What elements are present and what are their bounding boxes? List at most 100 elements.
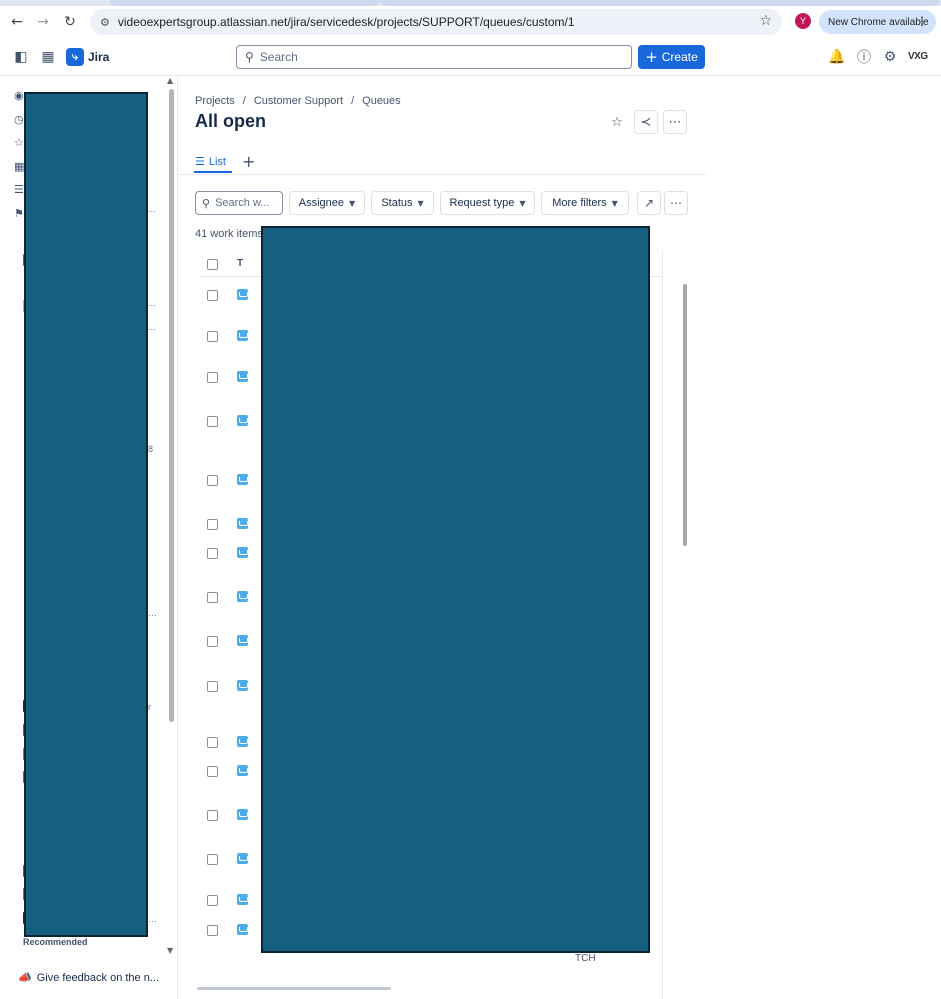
table-row[interactable] xyxy=(200,924,260,938)
redacted-region xyxy=(261,226,650,953)
row-checkbox[interactable] xyxy=(207,331,218,342)
list-icon: ☰ xyxy=(195,155,205,168)
sidebar-text-fragment: … xyxy=(148,608,157,618)
row-checkbox[interactable] xyxy=(207,681,218,692)
forward-icon[interactable]: → xyxy=(30,9,56,35)
table-row[interactable] xyxy=(200,635,260,649)
global-search-input[interactable]: ⚲ Search xyxy=(236,45,632,69)
more-actions-icon[interactable]: ⋯ xyxy=(663,110,687,134)
back-icon[interactable]: ← xyxy=(4,9,30,35)
table-row[interactable] xyxy=(200,474,260,488)
table-row[interactable] xyxy=(200,765,260,779)
table-row[interactable] xyxy=(200,809,260,823)
sidebar-text-fragment: 8 xyxy=(148,444,154,454)
row-checkbox[interactable] xyxy=(207,592,218,603)
row-checkbox[interactable] xyxy=(207,372,218,383)
horizontal-scrollbar[interactable] xyxy=(197,987,391,990)
table-row[interactable] xyxy=(200,680,260,694)
column-header-type[interactable]: T xyxy=(237,258,243,269)
row-checkbox[interactable] xyxy=(207,737,218,748)
table-row[interactable] xyxy=(200,415,260,429)
plus-icon: + xyxy=(645,48,658,66)
row-checkbox[interactable] xyxy=(207,895,218,906)
open-external-icon[interactable]: ↗ xyxy=(637,191,661,215)
row-checkbox[interactable] xyxy=(207,290,218,301)
active-tab-indicator xyxy=(194,171,232,173)
app-switcher-icon[interactable]: ▦ xyxy=(37,46,59,68)
service-request-icon xyxy=(237,765,248,776)
table-row[interactable] xyxy=(200,894,260,908)
create-button[interactable]: + Create xyxy=(638,45,705,69)
row-checkbox[interactable] xyxy=(207,925,218,936)
table-row[interactable] xyxy=(200,853,260,867)
status-filter-button[interactable]: Status ▼ xyxy=(371,191,434,215)
address-bar[interactable]: ⚙ videoexpertsgroup.atlassian.net/jira/s… xyxy=(90,9,782,35)
row-checkbox[interactable] xyxy=(207,854,218,865)
reload-icon[interactable]: ↻ xyxy=(57,9,83,35)
work-item-search-input[interactable]: ⚲ Search w... xyxy=(195,191,283,215)
search-placeholder: Search w... xyxy=(215,197,270,209)
site-settings-icon[interactable]: ⚙ xyxy=(100,16,110,29)
kebab-menu-icon[interactable]: ⋮ xyxy=(916,14,928,28)
row-checkbox[interactable] xyxy=(207,810,218,821)
table-row[interactable] xyxy=(200,289,260,303)
jira-logo-icon[interactable]: ⤷ xyxy=(66,48,84,66)
select-all-checkbox[interactable] xyxy=(207,259,218,270)
more-options-icon[interactable]: ⋯ xyxy=(664,191,688,215)
bookmark-star-icon[interactable]: ☆ xyxy=(759,13,772,29)
request-type-filter-button[interactable]: Request type ▼ xyxy=(440,191,535,215)
sidebar-text-fragment: ... xyxy=(148,322,156,332)
table-row[interactable] xyxy=(200,547,260,561)
row-checkbox[interactable] xyxy=(207,766,218,777)
breadcrumb-separator: / xyxy=(351,95,355,107)
view-tabs: ☰ List + xyxy=(178,152,706,175)
add-view-icon[interactable]: + xyxy=(242,152,255,171)
chevron-down-icon: ▼ xyxy=(417,198,424,208)
service-request-icon xyxy=(237,924,248,935)
page-title: All open xyxy=(195,111,266,131)
service-request-icon xyxy=(237,809,248,820)
filter-label: Assignee xyxy=(298,197,345,209)
table-scrollbar[interactable] xyxy=(683,284,687,546)
profile-avatar[interactable]: Y xyxy=(795,13,811,29)
browser-toolbar: ← → ↻ ⚙ videoexpertsgroup.atlassian.net/… xyxy=(0,6,941,38)
breadcrumb-projects[interactable]: Projects xyxy=(195,95,235,107)
tab-list[interactable]: ☰ List xyxy=(195,155,226,168)
table-row[interactable] xyxy=(200,736,260,750)
footer-fragment: TCH xyxy=(575,953,596,964)
assignee-filter-button[interactable]: Assignee ▼ xyxy=(289,191,365,215)
breadcrumb-queues[interactable]: Queues xyxy=(362,95,401,107)
service-request-icon xyxy=(237,289,248,300)
app-name[interactable]: Jira xyxy=(88,50,109,64)
table-row[interactable] xyxy=(200,518,260,532)
breadcrumb-customer-support[interactable]: Customer Support xyxy=(254,95,343,107)
row-checkbox[interactable] xyxy=(207,475,218,486)
chrome-update-button[interactable]: New Chrome available ⋮ xyxy=(819,10,936,34)
org-logo[interactable]: VXG xyxy=(908,51,928,62)
sidebar-toggle-icon[interactable]: ◧ xyxy=(10,46,32,68)
table-row[interactable] xyxy=(200,371,260,385)
table-row[interactable] xyxy=(200,591,260,605)
share-icon[interactable]: ≺ xyxy=(634,110,658,134)
star-icon[interactable]: ☆ xyxy=(605,110,629,134)
row-checkbox[interactable] xyxy=(207,548,218,559)
scroll-up-icon[interactable]: ▲ xyxy=(167,76,173,85)
more-filters-button[interactable]: More filters ▼ xyxy=(541,191,629,215)
row-checkbox[interactable] xyxy=(207,416,218,427)
settings-gear-icon[interactable]: ⚙ xyxy=(879,46,901,68)
search-icon: ⚲ xyxy=(202,196,211,210)
service-request-icon xyxy=(237,371,248,382)
chevron-down-icon: ▼ xyxy=(519,198,526,208)
row-checkbox[interactable] xyxy=(207,519,218,530)
filter-label: Request type xyxy=(449,197,515,209)
scroll-down-icon[interactable]: ▼ xyxy=(167,946,173,955)
notifications-icon[interactable]: 🔔 xyxy=(826,46,848,68)
help-icon[interactable]: ⓘ xyxy=(853,46,875,68)
service-request-icon xyxy=(237,736,248,747)
url-text: videoexpertsgroup.atlassian.net/jira/ser… xyxy=(117,15,575,29)
sidebar-scrollbar[interactable] xyxy=(169,89,174,722)
tab-list-label: List xyxy=(208,155,226,168)
give-feedback-button[interactable]: 📣 Give feedback on the n... xyxy=(18,971,159,984)
table-row[interactable] xyxy=(200,330,260,344)
row-checkbox[interactable] xyxy=(207,636,218,647)
